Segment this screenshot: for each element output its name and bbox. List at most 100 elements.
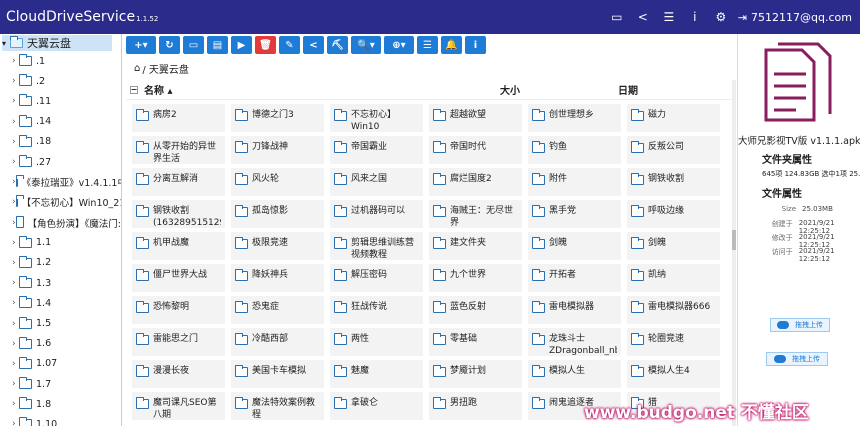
tree-root[interactable]: ▾ 天翼云盘 xyxy=(2,35,112,51)
sidebar-folder[interactable]: › 《泰拉瑞亚》v1.4.1.1中 xyxy=(0,172,121,192)
sidebar-folder[interactable]: › .14 xyxy=(0,112,121,132)
folder-item[interactable]: 冷酷西部 xyxy=(231,328,324,356)
folder-item[interactable]: 梦魇计划 xyxy=(429,360,522,388)
binoculars-button[interactable]: ⛏ xyxy=(327,36,348,54)
sidebar-folder[interactable]: › 1.2 xyxy=(0,253,121,273)
folder-item[interactable]: 建文件夹 xyxy=(429,232,522,260)
folder-item[interactable]: 僵尸世界大战 xyxy=(132,264,225,292)
add-button[interactable]: +▾ xyxy=(126,36,156,54)
folder-item[interactable]: 魔司课凡SEO第八期 xyxy=(132,392,225,420)
column-size[interactable]: 大小 xyxy=(500,82,618,97)
folder-item[interactable]: 钓鱼 xyxy=(528,136,621,164)
folder-item[interactable]: 凯纳 xyxy=(627,264,720,292)
folder-item[interactable]: 磁力 xyxy=(627,104,720,132)
file-button[interactable]: ▤ xyxy=(207,36,228,54)
folder-item[interactable]: 海贼王：无尽世界 xyxy=(429,200,522,228)
list-icon[interactable]: ☰ xyxy=(656,0,682,34)
folder-item[interactable]: 美国卡车模拟 xyxy=(231,360,324,388)
chevron-down-icon[interactable]: ▾ xyxy=(2,39,10,48)
folder-item[interactable]: 黑手党 xyxy=(528,200,621,228)
folder-item[interactable]: 呼吸边缘 xyxy=(627,200,720,228)
column-name[interactable]: 名称 ▴ xyxy=(144,82,500,97)
info-icon[interactable]: i xyxy=(682,0,708,34)
sidebar-folder[interactable]: › .1 xyxy=(0,51,121,71)
view-button[interactable]: ▭ xyxy=(183,36,204,54)
folder-item[interactable]: 剑魄 xyxy=(528,232,621,260)
search-button[interactable]: 🔍▾ xyxy=(351,36,381,54)
sidebar-folder[interactable]: › 1.4 xyxy=(0,293,121,313)
folder-item[interactable]: 剑魄 xyxy=(627,232,720,260)
folder-item[interactable]: 帝国时代 xyxy=(429,136,522,164)
folder-item[interactable]: 机甲战魔 xyxy=(132,232,225,260)
sidebar-folder[interactable]: › .18 xyxy=(0,132,121,152)
chevron-right-icon[interactable]: › xyxy=(12,117,19,127)
folder-item[interactable]: 反叛公司 xyxy=(627,136,720,164)
folder-item[interactable]: 超越欲望 xyxy=(429,104,522,132)
folder-item[interactable]: 模拟人生4 xyxy=(627,360,720,388)
sidebar-folder[interactable]: › 1.1 xyxy=(0,233,121,253)
folder-item[interactable]: 孤岛惊影 xyxy=(231,200,324,228)
folder-item[interactable]: 钢铁收割 xyxy=(627,168,720,196)
folder-item[interactable]: 男扭跑 xyxy=(429,392,522,420)
folder-item[interactable]: 病房2 xyxy=(132,104,225,132)
sidebar-folder[interactable]: › 【角色扮演】《魔法门: xyxy=(0,213,121,233)
sidebar-folder[interactable]: › 1.3 xyxy=(0,273,121,293)
bell-button[interactable]: 🔔 xyxy=(441,36,462,54)
folder-item[interactable]: 降妖神兵 xyxy=(231,264,324,292)
folder-item[interactable]: 龙珠斗士ZDragonball_nbsp; xyxy=(528,328,621,356)
sidebar-folder[interactable]: › 1.7 xyxy=(0,374,121,394)
folder-item[interactable]: 拿破仑 xyxy=(330,392,423,420)
folder-item[interactable]: 风火轮 xyxy=(231,168,324,196)
scrollbar[interactable] xyxy=(732,80,736,426)
sidebar-folder[interactable]: › 1.10 xyxy=(0,414,121,426)
folder-item[interactable]: 雷能思之门 xyxy=(132,328,225,356)
folder-item[interactable]: 模拟人生 xyxy=(528,360,621,388)
folder-item[interactable]: 博德之门3 xyxy=(231,104,324,132)
folder-item[interactable]: 漫漫长夜 xyxy=(132,360,225,388)
folder-item[interactable]: 从零开始的异世界生活 xyxy=(132,136,225,164)
share-button[interactable]: < xyxy=(303,36,324,54)
chevron-right-icon[interactable]: › xyxy=(12,157,19,167)
chevron-right-icon[interactable]: › xyxy=(12,419,19,426)
chevron-right-icon[interactable]: › xyxy=(12,298,19,308)
chevron-right-icon[interactable]: › xyxy=(12,319,19,329)
folder-item[interactable]: 雷电模拟器 xyxy=(528,296,621,324)
play-button[interactable]: ▶ xyxy=(231,36,252,54)
folder-item[interactable]: 开拓者 xyxy=(528,264,621,292)
folder-item[interactable]: 剪辑思维训练营视频教程 xyxy=(330,232,423,260)
upload-button-2[interactable]: 拖拽上传 xyxy=(766,352,828,366)
user-menu[interactable]: ⇥ 7512117@qq.com xyxy=(734,11,860,24)
chevron-right-icon[interactable]: › xyxy=(12,278,19,288)
chevron-right-icon[interactable]: › xyxy=(12,379,19,389)
share-icon[interactable]: < xyxy=(630,0,656,34)
folder-item[interactable]: 风来之国 xyxy=(330,168,423,196)
folder-item[interactable]: 两性 xyxy=(330,328,423,356)
chevron-right-icon[interactable]: › xyxy=(12,96,19,106)
sidebar-folder[interactable]: › 【不忘初心】Win10_21h xyxy=(0,192,121,212)
chevron-right-icon[interactable]: › xyxy=(12,76,19,86)
breadcrumb-path[interactable]: / 天翼云盘 xyxy=(142,61,189,76)
info-button[interactable]: i xyxy=(465,36,486,54)
edit-button[interactable]: ✎ xyxy=(279,36,300,54)
folder-item[interactable]: 不忘初心】Win10 xyxy=(330,104,423,132)
delete-button[interactable]: 🗑 xyxy=(255,36,276,54)
column-date[interactable]: 日期 xyxy=(618,82,638,97)
folder-item[interactable]: 钢铁收割(1632895151296) xyxy=(132,200,225,228)
folder-item[interactable]: 创世理想乡 xyxy=(528,104,621,132)
chevron-right-icon[interactable]: › xyxy=(12,399,19,409)
folder-item[interactable]: 轮圈竞速 xyxy=(627,328,720,356)
folder-item[interactable]: 解压密码 xyxy=(330,264,423,292)
folder-item[interactable]: 腐烂国度2 xyxy=(429,168,522,196)
folder-item[interactable]: 零基础 xyxy=(429,328,522,356)
sidebar-folder[interactable]: › 1.5 xyxy=(0,313,121,333)
chevron-right-icon[interactable]: › xyxy=(12,359,19,369)
home-icon[interactable]: ⌂ xyxy=(134,63,140,74)
chevron-right-icon[interactable]: › xyxy=(12,339,19,349)
folder-item[interactable]: 魔法特效案例教程 xyxy=(231,392,324,420)
sidebar-folder[interactable]: › .2 xyxy=(0,71,121,91)
folder-item[interactable]: 过机器码可以 xyxy=(330,200,423,228)
chevron-right-icon[interactable]: › xyxy=(12,137,19,147)
folder-item[interactable]: 恐鬼症 xyxy=(231,296,324,324)
folder-item[interactable]: 分离互解消 xyxy=(132,168,225,196)
refresh-button[interactable]: ↻ xyxy=(159,36,180,54)
